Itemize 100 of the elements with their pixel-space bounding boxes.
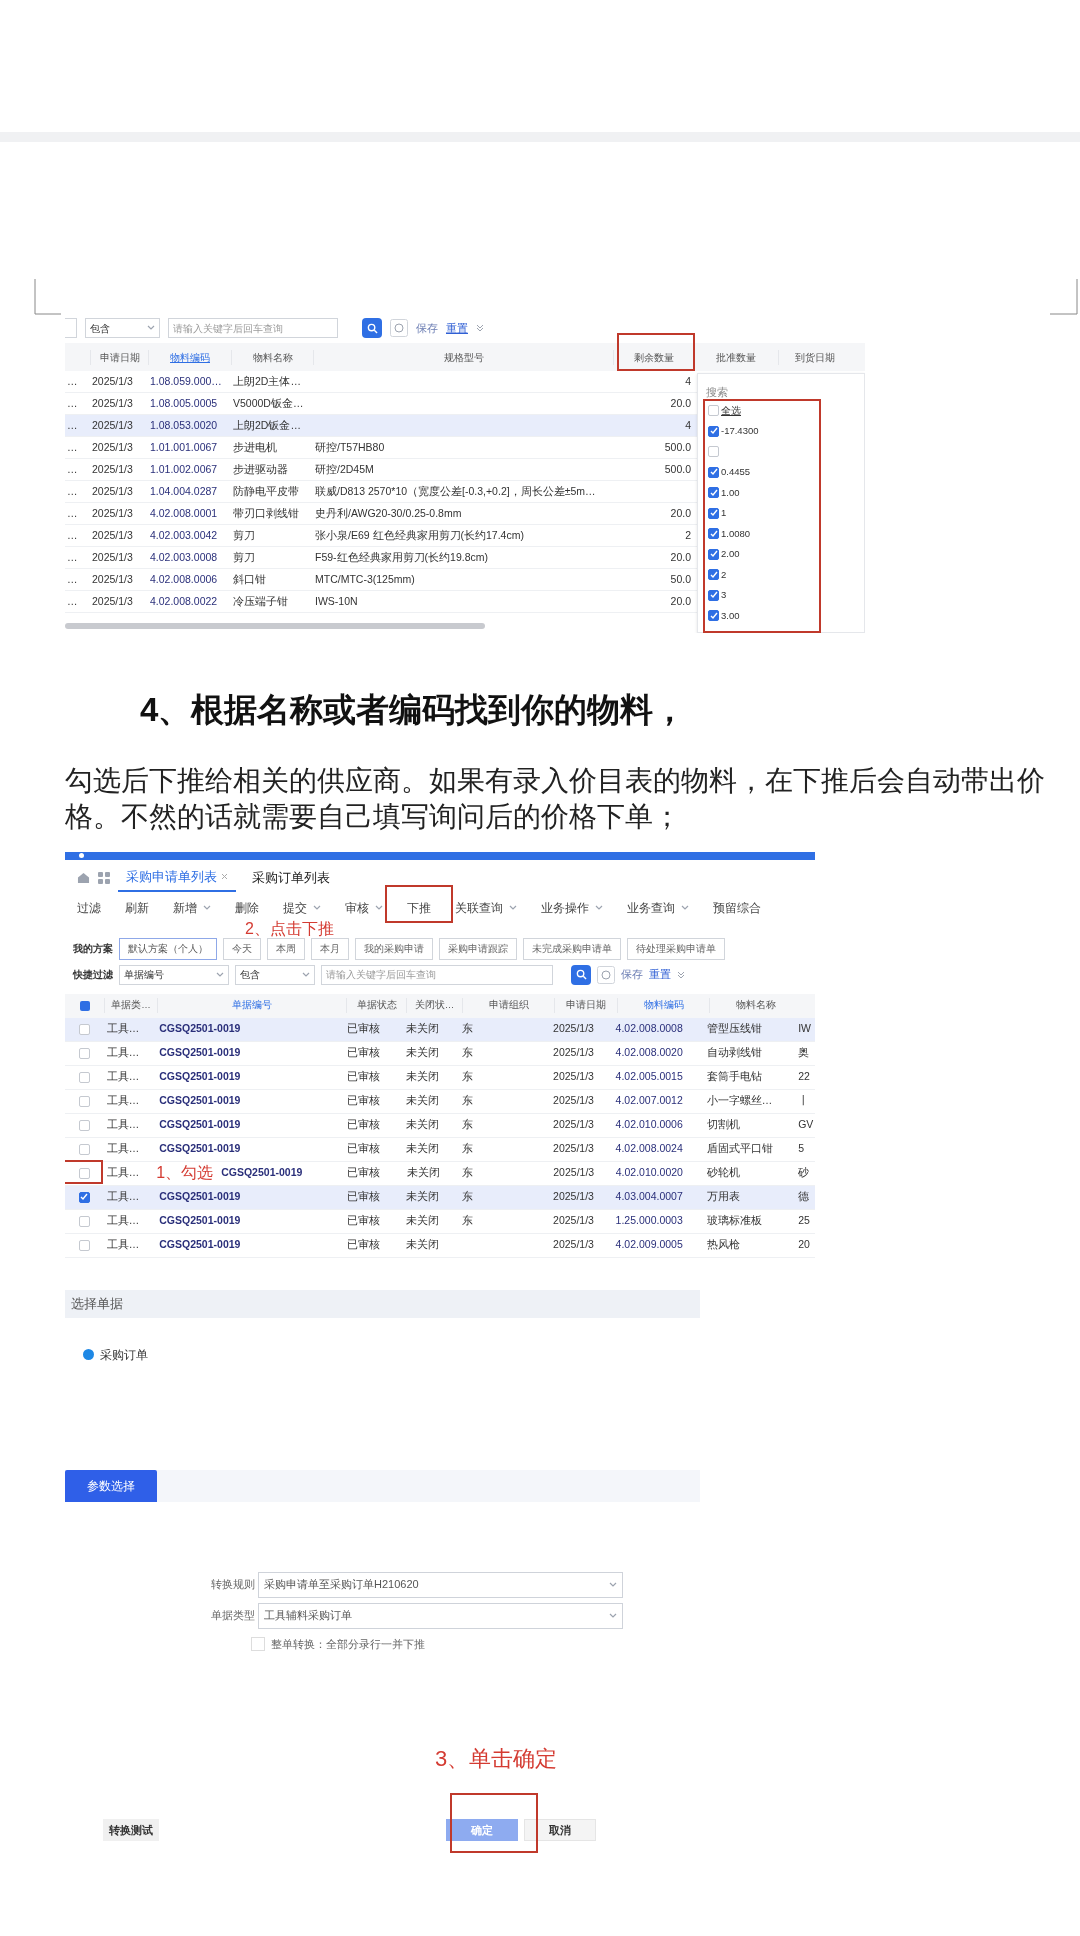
- checkbox[interactable]: [708, 425, 719, 437]
- filter-option[interactable]: 2: [721, 567, 727, 582]
- search-field[interactable]: 请输入关键字后回车查询: [321, 964, 553, 985]
- save-link[interactable]: 保存: [621, 966, 643, 983]
- checkbox[interactable]: [708, 405, 719, 417]
- checkbox[interactable]: [78, 1047, 90, 1059]
- radio-button[interactable]: [83, 1349, 94, 1360]
- scheme-button[interactable]: 本月: [311, 937, 349, 960]
- scheme-button[interactable]: 采购申请跟踪: [439, 937, 517, 960]
- close-icon[interactable]: [221, 873, 228, 880]
- filter-option[interactable]: 2.00: [721, 547, 740, 562]
- checkbox[interactable]: [708, 507, 719, 519]
- select-field[interactable]: 工具辅料采购订单: [258, 1602, 623, 1629]
- scheme-button[interactable]: 本周: [267, 937, 305, 960]
- column-header[interactable]: 申请日期: [90, 349, 148, 365]
- parameter-tab[interactable]: 参数选择: [65, 1469, 157, 1502]
- grid-icon[interactable]: [98, 871, 110, 884]
- settings-icon[interactable]: [390, 319, 408, 337]
- checkbox[interactable]: [708, 548, 719, 560]
- row-marker: …: [66, 505, 79, 521]
- select-field[interactable]: 采购申请单至采购订单H210620: [258, 1571, 623, 1598]
- column-header[interactable]: 物料名称: [709, 998, 801, 1013]
- toolbar-button[interactable]: 下推: [407, 898, 431, 917]
- table-cell-text: 步进驱动器: [232, 461, 289, 477]
- column-header[interactable]: 剩余数量: [613, 349, 693, 365]
- toolbar-button[interactable]: 业务操作: [541, 898, 603, 917]
- horizontal-scrollbar[interactable]: [65, 623, 485, 629]
- toolbar-button[interactable]: 审核: [345, 898, 383, 917]
- checkbox[interactable]: [78, 1023, 90, 1035]
- column-header[interactable]: 申请组织: [462, 998, 554, 1013]
- checkbox[interactable]: [708, 487, 719, 499]
- tab[interactable]: 采购订单列表: [244, 863, 338, 892]
- filter-option[interactable]: -17.4300: [721, 424, 759, 439]
- column-header[interactable]: 物料编码: [617, 998, 709, 1013]
- table-row[interactable]: 工具… 1、勾选 CGSQ2501-0019 已审核 未关闭 东 2025/1/3 4.02.010.0020 砂轮机 砂: [65, 1161, 815, 1186]
- tab[interactable]: 采购申请单列表: [118, 863, 236, 892]
- checkbox[interactable]: [78, 1071, 90, 1083]
- toolbar-button[interactable]: 预留综合: [713, 898, 761, 917]
- filter-option[interactable]: 0.4455: [721, 465, 751, 480]
- checkbox[interactable]: [708, 610, 719, 622]
- filter-option[interactable]: 1: [721, 506, 727, 521]
- filter-option[interactable]: 3: [721, 588, 727, 603]
- toolbar-button[interactable]: 关联查询: [455, 898, 517, 917]
- settings-icon[interactable]: [597, 965, 615, 984]
- test-button[interactable]: 转换测试: [103, 1819, 159, 1841]
- scheme-button[interactable]: 待处理采购申请单: [627, 937, 725, 960]
- radio-label[interactable]: 采购订单: [100, 1345, 148, 1364]
- toolbar-button[interactable]: 新增: [173, 898, 211, 917]
- column-header[interactable]: 单据类…: [104, 998, 157, 1013]
- toolbar-button[interactable]: 删除: [235, 898, 259, 917]
- search-button[interactable]: [362, 318, 382, 338]
- select-field[interactable]: [65, 318, 77, 338]
- scheme-button[interactable]: 我的采购申请: [355, 937, 433, 960]
- column-header[interactable]: 物料名称: [231, 349, 313, 365]
- filter-option[interactable]: 1.00: [721, 485, 740, 500]
- column-header[interactable]: 申请日期: [554, 998, 617, 1013]
- checkbox[interactable]: [78, 1095, 90, 1107]
- search-field[interactable]: 请输入关键字后回车查询: [168, 318, 338, 338]
- checkbox[interactable]: [78, 1119, 90, 1131]
- reset-link[interactable]: 重置: [649, 966, 671, 983]
- column-header[interactable]: 单据编号: [157, 998, 346, 1013]
- column-header[interactable]: 规格型号: [313, 349, 613, 365]
- checkbox-label[interactable]: 整单转换：全部分录行一并下推: [271, 1635, 425, 1652]
- save-link[interactable]: 保存: [416, 319, 438, 337]
- checkbox[interactable]: [78, 1239, 90, 1251]
- field-select[interactable]: 单据编号: [119, 964, 229, 985]
- filter-select[interactable]: 包含: [85, 318, 160, 338]
- search-button[interactable]: [571, 964, 591, 985]
- checkbox[interactable]: [708, 569, 719, 581]
- filter-option[interactable]: 全选: [721, 403, 741, 418]
- column-header[interactable]: 单据状态: [346, 998, 406, 1013]
- toolbar-button[interactable]: 业务查询: [627, 898, 689, 917]
- checkbox[interactable]: [78, 1215, 90, 1227]
- reset-link[interactable]: 重置: [446, 319, 468, 337]
- checkbox[interactable]: [78, 1143, 90, 1155]
- operator-select[interactable]: 包含: [235, 964, 315, 985]
- home-icon[interactable]: [77, 871, 90, 884]
- table-row[interactable]: 工具… CGSQ2501-0019 已审核 未关闭 东 2025/1/3 4.03.004.0007 万用表 德: [65, 1185, 815, 1210]
- toolbar-button[interactable]: 刷新: [125, 898, 149, 917]
- column-header[interactable]: 批准数量: [693, 349, 778, 365]
- scheme-button[interactable]: 今天: [223, 937, 261, 960]
- select-all-checkbox[interactable]: [79, 1000, 90, 1011]
- toolbar-button[interactable]: 过滤: [77, 898, 101, 917]
- checkbox[interactable]: [78, 1167, 90, 1179]
- checkbox[interactable]: [708, 466, 719, 478]
- scheme-button[interactable]: 未完成采购申请单: [523, 937, 621, 960]
- column-header[interactable]: 到货日期: [778, 349, 851, 365]
- cancel-button[interactable]: 取消: [524, 1819, 596, 1841]
- toolbar-button[interactable]: 提交: [283, 898, 321, 917]
- double-chevron-icon[interactable]: [476, 324, 484, 332]
- filter-option[interactable]: 1.0080: [721, 526, 751, 541]
- double-chevron-icon[interactable]: [677, 970, 685, 979]
- column-header[interactable]: 关闭状…: [406, 998, 462, 1013]
- scheme-button[interactable]: 默认方案（个人）: [119, 937, 217, 960]
- checkbox[interactable]: [708, 446, 719, 458]
- column-header[interactable]: 物料编码: [148, 349, 231, 365]
- checkbox[interactable]: [708, 589, 719, 601]
- table-row[interactable]: 工具… CGSQ2501-0019 已审核 未关闭 东 2025/1/3 4.02.008.0008 管型压线钳 IW: [65, 1017, 815, 1042]
- checkbox[interactable]: [708, 528, 719, 540]
- checkbox[interactable]: [78, 1191, 90, 1203]
